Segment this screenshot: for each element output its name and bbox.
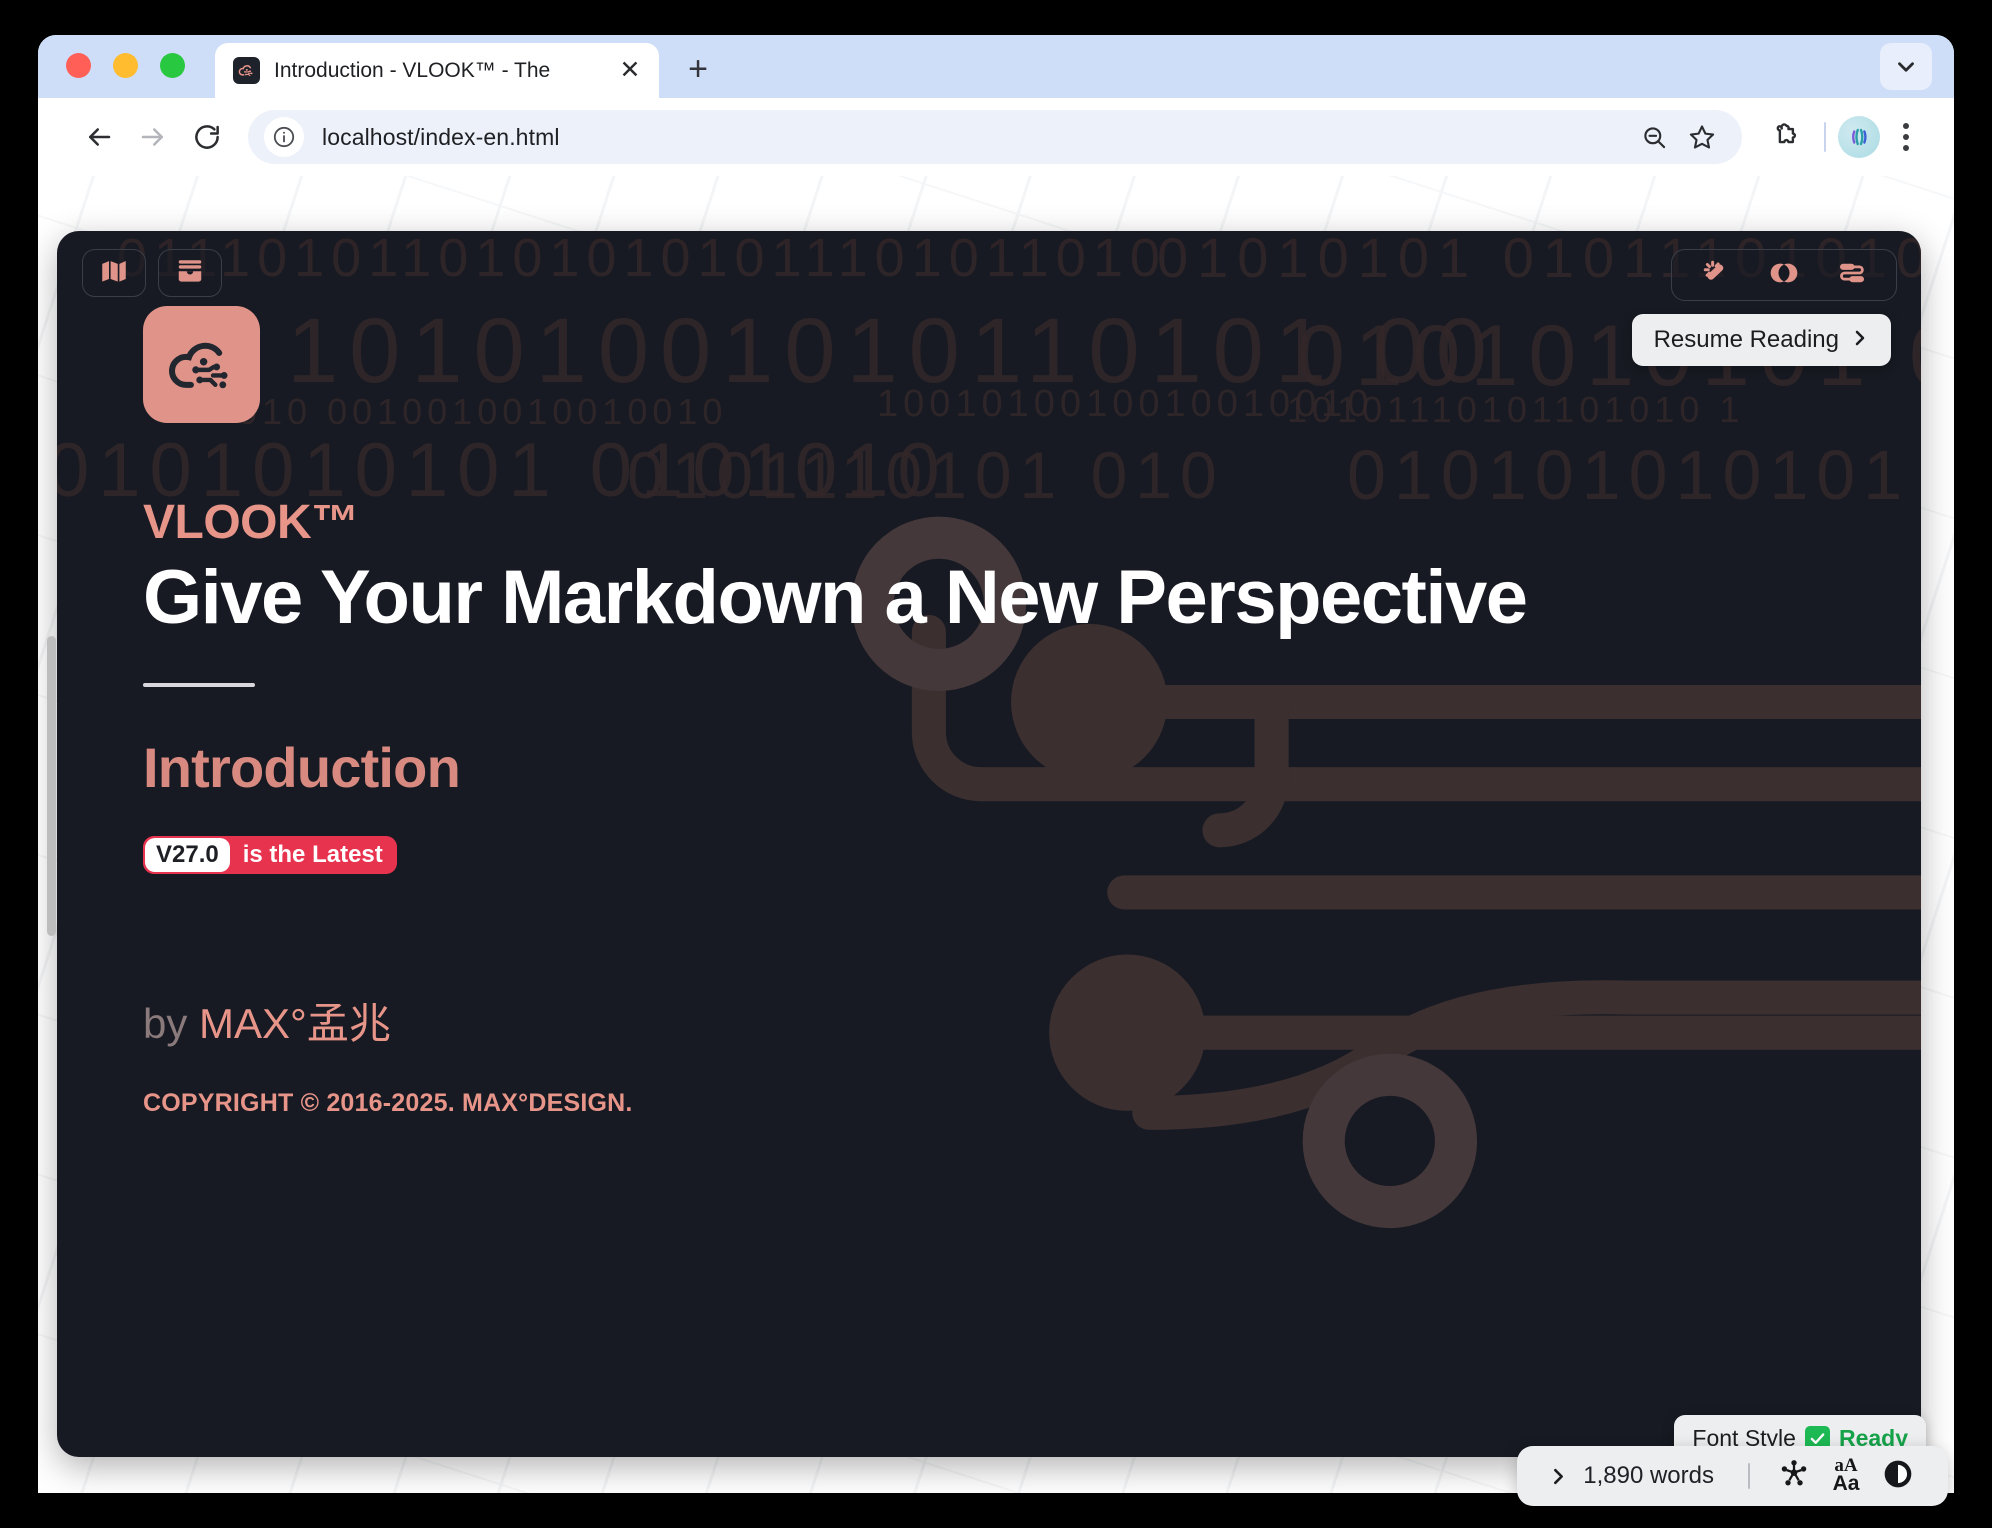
tab-strip: Introduction - VLOOK™ - The ✕ + [38, 35, 1954, 98]
kebab-menu-icon[interactable] [1880, 111, 1932, 163]
close-window-button[interactable] [66, 53, 91, 78]
cover-card: 01110101101010101011101011010 01010101 0… [57, 231, 1921, 1457]
byline-prefix: by [143, 999, 200, 1047]
browser-tab[interactable]: Introduction - VLOOK™ - The ✕ [215, 43, 659, 98]
contrast-toggle-icon [1882, 1458, 1914, 1495]
word-count: 1,890 words [1583, 1462, 1714, 1489]
font-size-icon: aA Aa [1832, 1457, 1860, 1496]
brand-name: VLOOK™ [143, 496, 359, 549]
contrast-toggle-button[interactable] [1872, 1454, 1924, 1498]
status-badge: V27.0 is the Latest [143, 835, 397, 874]
outline-map-button[interactable] [82, 249, 146, 297]
url-text: localhost/index-en.html [322, 123, 560, 150]
reload-icon[interactable] [180, 110, 234, 164]
minimize-window-button[interactable] [113, 53, 138, 78]
window-controls [38, 53, 185, 98]
cover-toolbar-right [1671, 249, 1897, 301]
magic-wand-button[interactable] [1696, 255, 1736, 295]
puzzle-extension-icon[interactable] [1760, 111, 1812, 163]
vlook-cloud-logo [143, 306, 260, 423]
map-icon [99, 256, 129, 291]
tab-title: Introduction - VLOOK™ - The [274, 58, 551, 82]
arrow-left-icon[interactable] [72, 110, 126, 164]
toggle-switch-button[interactable] [1832, 255, 1872, 295]
new-tab-button[interactable]: + [675, 46, 721, 92]
close-icon[interactable]: ✕ [615, 56, 645, 86]
venn-circles-icon [1768, 257, 1800, 294]
star-icon[interactable] [1678, 113, 1726, 161]
browser-toolbar: localhost/index-en.html [38, 98, 1954, 176]
chevron-down-icon[interactable] [1880, 43, 1932, 90]
cover-content: VLOOK™ Give Your Markdown a New Perspect… [143, 306, 1881, 1118]
resume-reading-label: Resume Reading [1653, 326, 1839, 353]
arrow-right-icon [126, 110, 180, 164]
vertical-scrollbar[interactable] [47, 636, 56, 936]
page-viewport: 01110101101010101011101011010 01010101 0… [38, 176, 1954, 1493]
magic-wand-icon [1701, 258, 1731, 293]
mindmap-button[interactable] [1768, 1454, 1820, 1498]
theme-contrast-button[interactable] [1764, 255, 1804, 295]
title-divider [143, 682, 255, 687]
toolbar-divider [1824, 122, 1826, 152]
profile-avatar-icon[interactable] [1838, 116, 1880, 158]
font-size-button[interactable]: aA Aa [1820, 1454, 1872, 1498]
chevron-right-icon[interactable] [1541, 1456, 1575, 1496]
info-circle-icon[interactable] [264, 117, 304, 157]
browser-window: Introduction - VLOOK™ - The ✕ + localhos… [38, 35, 1954, 1493]
version-chip: V27.0 [145, 837, 230, 872]
chevron-right-icon [1851, 326, 1869, 354]
page-title: Give Your Markdown a New Perspective [143, 555, 1528, 640]
reader-status-bar: 1,890 words aA Aa [1517, 1446, 1948, 1506]
byline-author: MAX°孟兆 [199, 999, 391, 1047]
section-heading: Introduction [143, 735, 461, 799]
address-bar[interactable]: localhost/index-en.html [248, 110, 1742, 164]
author-byline: by MAX°孟兆 [143, 990, 1881, 1051]
zoom-out-icon[interactable] [1630, 113, 1678, 161]
card-stack-button[interactable] [158, 249, 222, 297]
maximize-window-button[interactable] [160, 53, 185, 78]
statusbar-divider [1748, 1463, 1750, 1489]
card-stack-icon [175, 256, 205, 291]
cover-toolbar-left [82, 249, 222, 297]
font-size-bottom: Aa [1832, 1472, 1860, 1496]
copyright-text: COPYRIGHT © 2016-2025. MAX°DESIGN. [143, 1088, 633, 1117]
hub-network-icon [1778, 1458, 1810, 1495]
resume-reading-button[interactable]: Resume Reading [1631, 314, 1891, 366]
vlook-cloud-icon [233, 57, 260, 84]
badge-label: is the Latest [242, 840, 383, 868]
link-toggle-icon [1836, 257, 1868, 294]
